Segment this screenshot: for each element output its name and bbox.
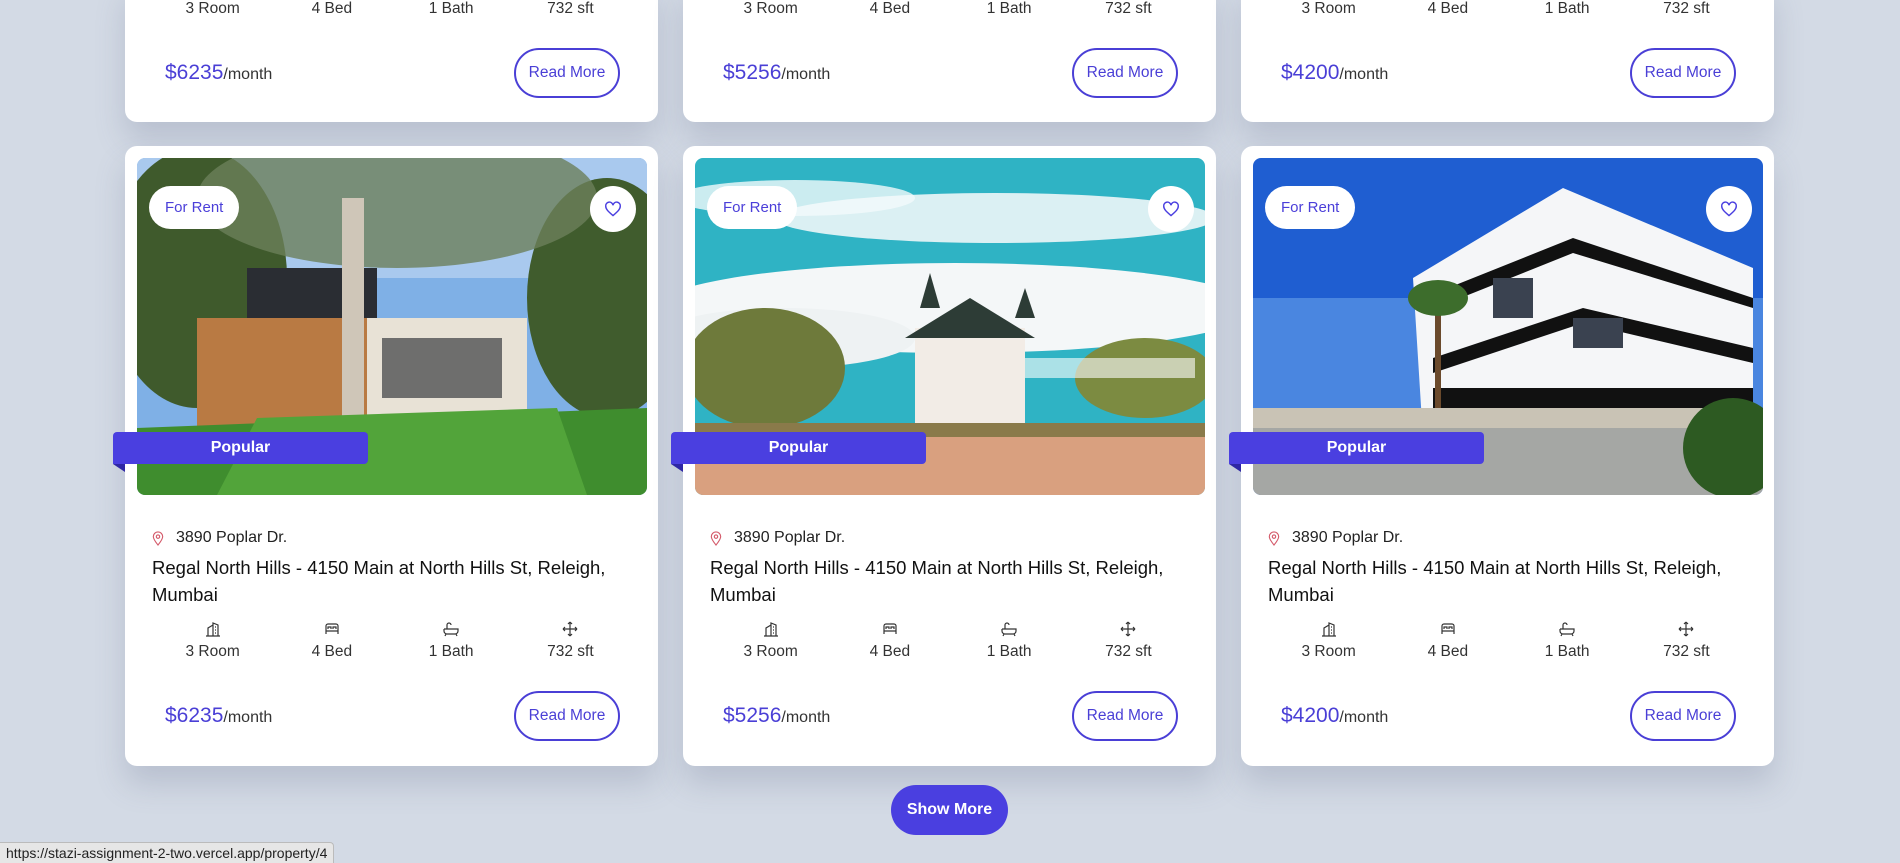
move-arrows-icon	[1120, 621, 1136, 637]
read-more-button[interactable]: Read More	[1072, 48, 1178, 98]
beds-count: 4 Bed	[1427, 0, 1469, 17]
read-more-button[interactable]: Read More	[514, 691, 620, 741]
rooms-count: 3 Room	[743, 0, 798, 17]
amenities: 3 Room 4 Bed 1 Bath 732 sft	[153, 621, 630, 661]
heart-icon	[605, 201, 621, 217]
amenity-area: 732 sft	[1627, 621, 1746, 661]
read-more-button[interactable]: Read More	[1072, 691, 1178, 741]
favorite-button[interactable]	[590, 186, 636, 232]
address: 3890 Poplar Dr.	[710, 529, 845, 547]
read-more-button[interactable]: Read More	[514, 48, 620, 98]
amenity-baths: 1 Bath	[950, 621, 1069, 661]
address: 3890 Poplar Dr.	[152, 529, 287, 547]
move-arrows-icon	[1678, 621, 1694, 637]
address: 3890 Poplar Dr.	[1268, 529, 1403, 547]
move-arrows-icon	[562, 621, 578, 637]
card-footer: $5256/month Read More	[723, 691, 1178, 741]
price: $6235/month	[165, 61, 273, 84]
popular-badge: Popular	[1229, 432, 1484, 472]
location-pin-icon	[152, 530, 164, 546]
property-card: 3 Room 4 Bed 1 Bath 732 sft $4200/month …	[1241, 0, 1774, 122]
beds-count: 4 Bed	[311, 0, 353, 17]
favorite-button[interactable]	[1706, 186, 1752, 232]
price: $4200/month	[1281, 704, 1389, 727]
show-more-button[interactable]: Show More	[891, 785, 1008, 835]
price: $5256/month	[723, 61, 831, 84]
bathtub-icon	[1559, 622, 1575, 637]
building-icon	[763, 622, 778, 637]
rooms-count: 3 Room	[185, 0, 240, 17]
amenity-beds: 4 Bed	[272, 621, 391, 661]
popular-badge: Popular	[671, 432, 926, 472]
area-size: 732 sft	[547, 0, 594, 17]
location-pin-icon	[1268, 530, 1280, 546]
amenity-rooms: 3 Room	[711, 621, 830, 661]
building-icon	[1321, 622, 1336, 637]
read-more-button[interactable]: Read More	[1630, 691, 1736, 741]
baths-count: 1 Bath	[986, 0, 1032, 17]
status-bar-url: https://stazi-assignment-2-two.vercel.ap…	[0, 842, 335, 863]
for-rent-tag: For Rent	[149, 186, 240, 229]
amenity-rooms: 3 Room	[153, 621, 272, 661]
property-card: For Rent Popular 3890 Poplar Dr. Regal N…	[671, 146, 1216, 766]
address-text: 3890 Poplar Dr.	[176, 529, 288, 546]
location-pin-icon	[710, 530, 722, 546]
card-footer: $5256/month Read More	[723, 48, 1178, 98]
baths-count: 1 Bath	[428, 0, 474, 17]
amenities-labels: 3 Room 4 Bed 1 Bath 732 sft	[711, 0, 1188, 18]
for-rent-tag: For Rent	[707, 186, 798, 229]
favorite-button[interactable]	[1148, 186, 1194, 232]
property-card: For Rent Popular 3890 Poplar Dr. Regal N…	[1229, 146, 1774, 766]
card-footer: $6235/month Read More	[165, 48, 620, 98]
address-text: 3890 Poplar Dr.	[1292, 529, 1404, 546]
bathtub-icon	[443, 622, 459, 637]
rooms-count: 3 Room	[1301, 0, 1356, 17]
amenity-area: 732 sft	[1069, 621, 1188, 661]
amenities: 3 Room 4 Bed 1 Bath 732 sft	[711, 621, 1188, 661]
amenity-baths: 1 Bath	[392, 621, 511, 661]
building-icon	[205, 622, 220, 637]
price: $5256/month	[723, 704, 831, 727]
bed-icon	[883, 623, 897, 634]
amenity-baths: 1 Bath	[1508, 621, 1627, 661]
for-rent-tag: For Rent	[1265, 186, 1356, 229]
property-title[interactable]: Regal North Hills - 4150 Main at North H…	[152, 554, 632, 608]
amenity-area: 732 sft	[511, 621, 630, 661]
property-title[interactable]: Regal North Hills - 4150 Main at North H…	[710, 554, 1190, 608]
property-card: For Rent Popular 3890 Poplar Dr. Regal N…	[113, 146, 658, 766]
beds-count: 4 Bed	[869, 0, 911, 17]
address-text: 3890 Poplar Dr.	[734, 529, 846, 546]
card-footer: $6235/month Read More	[165, 691, 620, 741]
baths-count: 1 Bath	[1544, 0, 1590, 17]
amenities-labels: 3 Room 4 Bed 1 Bath 732 sft	[1269, 0, 1746, 18]
amenity-beds: 4 Bed	[1388, 621, 1507, 661]
bathtub-icon	[1001, 622, 1017, 637]
heart-icon	[1163, 201, 1179, 217]
amenities: 3 Room 4 Bed 1 Bath 732 sft	[1269, 621, 1746, 661]
price: $4200/month	[1281, 61, 1389, 84]
heart-icon	[1721, 201, 1737, 217]
card-footer: $4200/month Read More	[1281, 691, 1736, 741]
amenity-beds: 4 Bed	[830, 621, 949, 661]
amenity-rooms: 3 Room	[1269, 621, 1388, 661]
bed-icon	[1441, 623, 1455, 634]
popular-badge: Popular	[113, 432, 368, 472]
property-row: For Rent Popular 3890 Poplar Dr. Regal N…	[113, 146, 1774, 766]
card-footer: $4200/month Read More	[1281, 48, 1736, 98]
price: $6235/month	[165, 704, 273, 727]
property-title[interactable]: Regal North Hills - 4150 Main at North H…	[1268, 554, 1748, 608]
property-row-top: 3 Room 4 Bed 1 Bath 732 sft $6235/month …	[125, 0, 1774, 122]
amenities-labels: 3 Room 4 Bed 1 Bath 732 sft	[153, 0, 630, 18]
read-more-button[interactable]: Read More	[1630, 48, 1736, 98]
property-card: 3 Room 4 Bed 1 Bath 732 sft $6235/month …	[125, 0, 658, 122]
area-size: 732 sft	[1663, 0, 1710, 17]
bed-icon	[325, 623, 339, 634]
area-size: 732 sft	[1105, 0, 1152, 17]
property-card: 3 Room 4 Bed 1 Bath 732 sft $5256/month …	[683, 0, 1216, 122]
